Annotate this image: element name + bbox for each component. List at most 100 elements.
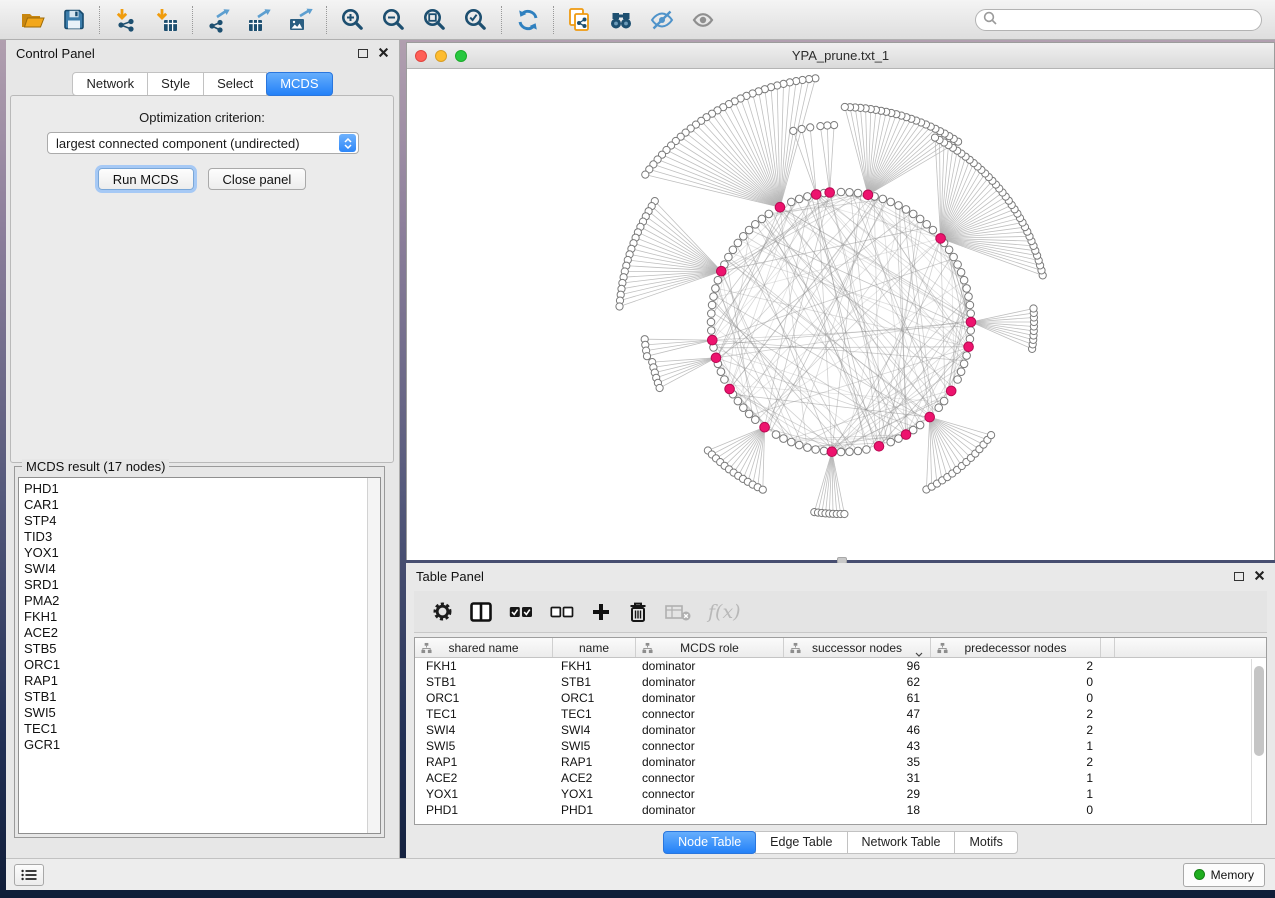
mcds-result-list-box: PHD1CAR1STP4TID3YOX1SWI4SRD1PMA2FKH1ACE2… [18, 477, 381, 834]
criterion-select[interactable]: largest connected component (undirected) [47, 132, 359, 154]
mcds-result-item[interactable]: CAR1 [19, 497, 380, 513]
table-cell: 47 [784, 706, 931, 722]
float-panel-icon[interactable] [358, 49, 368, 58]
network-window-titlebar[interactable]: YPA_prune.txt_1 [407, 43, 1274, 69]
import-table-icon[interactable] [146, 3, 187, 37]
column-header-predecessor-nodes[interactable]: predecessor nodes [931, 638, 1101, 657]
table-cell: 96 [784, 658, 931, 674]
table-row[interactable]: SWI4SWI4dominator462 [415, 722, 1266, 738]
task-history-button[interactable] [14, 864, 44, 886]
mcds-result-item[interactable]: RAP1 [19, 673, 380, 689]
mcds-result-item[interactable]: FKH1 [19, 609, 380, 625]
close-panel-button[interactable]: Close panel [208, 168, 307, 190]
mcds-result-item[interactable]: TEC1 [19, 721, 380, 737]
mcds-result-item[interactable]: TID3 [19, 529, 380, 545]
save-icon[interactable] [53, 3, 94, 37]
close-panel-icon[interactable] [1254, 569, 1265, 584]
float-panel-icon[interactable] [1234, 572, 1244, 581]
mcds-result-item[interactable]: GCR1 [19, 737, 380, 753]
mcds-result-item[interactable]: PHD1 [19, 481, 380, 497]
table-settings-icon[interactable] [432, 599, 453, 625]
tab-node-table[interactable]: Node Table [663, 831, 756, 854]
zoom-selected-icon[interactable] [455, 3, 496, 37]
mcds-result-item[interactable]: SWI5 [19, 705, 380, 721]
tab-style[interactable]: Style [147, 72, 204, 96]
mcds-result-item[interactable]: SRD1 [19, 577, 380, 593]
mcds-result-item[interactable]: ORC1 [19, 657, 380, 673]
mcds-result-item[interactable]: ACE2 [19, 625, 380, 641]
memory-button[interactable]: Memory [1183, 863, 1265, 887]
binoculars-icon[interactable] [600, 3, 641, 37]
table-cell: FKH1 [553, 658, 636, 674]
table-row[interactable]: YOX1YOX1connector291 [415, 786, 1266, 802]
export-network-icon[interactable] [198, 3, 239, 37]
tab-mcds[interactable]: MCDS [266, 72, 332, 96]
table-cell: 2 [931, 754, 1101, 770]
show-columns-icon[interactable] [470, 599, 492, 625]
run-mcds-button[interactable]: Run MCDS [98, 168, 194, 190]
tab-network-table[interactable]: Network Table [847, 831, 956, 854]
column-header-successor-nodes[interactable]: successor nodes [784, 638, 931, 657]
tab-network[interactable]: Network [72, 72, 148, 96]
table-row[interactable]: SWI5SWI5connector431 [415, 738, 1266, 754]
add-row-icon[interactable] [591, 599, 611, 625]
control-panel-title: Control Panel [16, 46, 95, 61]
duplicate-network-icon[interactable] [559, 3, 600, 37]
mcds-result-scrollbar[interactable] [367, 478, 380, 833]
table-cell: RAP1 [553, 754, 636, 770]
mcds-result-item[interactable]: PMA2 [19, 593, 380, 609]
search-field[interactable] [975, 9, 1262, 31]
table-cell: connector [636, 706, 784, 722]
table-row[interactable]: FKH1FKH1dominator962 [415, 658, 1266, 674]
network-canvas[interactable] [407, 69, 1274, 560]
table-row[interactable]: TEC1TEC1connector472 [415, 706, 1266, 722]
zoom-fit-icon[interactable] [414, 3, 455, 37]
table-row[interactable]: ORC1ORC1dominator610 [415, 690, 1266, 706]
mcds-result-item[interactable]: STB1 [19, 689, 380, 705]
table-cell: 0 [931, 690, 1101, 706]
table-cell: ORC1 [553, 690, 636, 706]
eye-slash-icon[interactable] [641, 3, 682, 37]
mcds-result-item[interactable]: YOX1 [19, 545, 380, 561]
table-cell: TEC1 [553, 706, 636, 722]
tab-motifs[interactable]: Motifs [954, 831, 1017, 854]
table-cell: 2 [931, 658, 1101, 674]
column-header-shared-name[interactable]: shared name [415, 638, 553, 657]
zoom-in-icon[interactable] [332, 3, 373, 37]
close-panel-icon[interactable] [378, 46, 389, 61]
export-image-icon[interactable] [280, 3, 321, 37]
unselect-all-icon[interactable] [550, 599, 574, 625]
column-header-name[interactable]: name [553, 638, 636, 657]
mcds-result-item[interactable]: STP4 [19, 513, 380, 529]
table-cell: connector [636, 770, 784, 786]
eye-icon[interactable] [682, 3, 723, 37]
delete-row-icon[interactable] [628, 599, 648, 625]
table-row[interactable]: ACE2ACE2connector311 [415, 770, 1266, 786]
table-row[interactable]: PHD1PHD1dominator180 [415, 802, 1266, 818]
table-cell: YOX1 [553, 786, 636, 802]
mcds-result-item[interactable]: STB5 [19, 641, 380, 657]
refresh-icon[interactable] [507, 3, 548, 37]
main-toolbar [0, 0, 1275, 40]
select-all-icon[interactable] [509, 599, 533, 625]
tab-select[interactable]: Select [203, 72, 267, 96]
export-table-icon[interactable] [239, 3, 280, 37]
table-scrollbar[interactable] [1254, 666, 1264, 756]
table-panel-titlebar: Table Panel [406, 563, 1275, 589]
network-graph[interactable] [407, 69, 1274, 560]
table-row[interactable]: RAP1RAP1dominator352 [415, 754, 1266, 770]
open-folder-icon[interactable] [12, 3, 53, 37]
mcds-result-item[interactable]: SWI4 [19, 561, 380, 577]
table-row[interactable]: STB1STB1dominator620 [415, 674, 1266, 690]
zoom-out-icon[interactable] [373, 3, 414, 37]
table-cell: 35 [784, 754, 931, 770]
tab-edge-table[interactable]: Edge Table [755, 831, 847, 854]
delete-table-icon[interactable] [665, 599, 691, 625]
import-network-icon[interactable] [105, 3, 146, 37]
table-cell: 31 [784, 770, 931, 786]
search-input[interactable] [997, 11, 1261, 29]
column-header-MCDS-role[interactable]: MCDS role [636, 638, 784, 657]
table-cell: FKH1 [415, 658, 553, 674]
desktop: { "colors": { "accent_blue": "#2e86f7", … [0, 0, 1275, 898]
select-stepper-icon [339, 134, 356, 152]
